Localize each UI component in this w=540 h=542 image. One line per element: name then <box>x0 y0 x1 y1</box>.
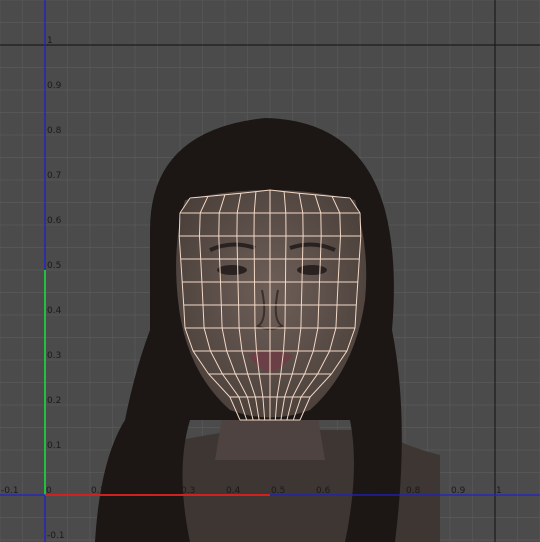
v-tick-label: 1 <box>47 36 53 46</box>
uv-canvas[interactable]: -0.1 0 0.1 0.2 0.3 0.4 0.5 0.6 0.7 0.8 0… <box>0 0 540 542</box>
v-tick-label: 0.2 <box>47 396 61 406</box>
u-tick-label: 0 <box>46 486 52 496</box>
u-tick-label: 0.1 <box>91 486 105 496</box>
u-tick-label: 1 <box>496 486 502 496</box>
v-tick-label: 0.7 <box>47 171 61 181</box>
u-tick-label: 0.5 <box>271 486 285 496</box>
u-tick-label: 0.2 <box>136 486 150 496</box>
v-tick-label: 0.5 <box>47 261 61 271</box>
v-tick-label: 0.9 <box>47 81 62 91</box>
v-tick-label: -0.1 <box>47 531 65 541</box>
u-tick-label: 0.9 <box>451 486 466 496</box>
uv-editor-viewport[interactable]: -0.1 0 0.1 0.2 0.3 0.4 0.5 0.6 0.7 0.8 0… <box>0 0 540 542</box>
v-tick-label: 0.3 <box>47 351 61 361</box>
v-tick-labels: -0.1 0.1 0.2 0.3 0.4 0.5 0.6 0.7 0.8 0.9… <box>47 36 65 541</box>
portrait-texture-image <box>95 118 440 542</box>
v-tick-label: 0.8 <box>47 126 62 136</box>
u-tick-label: 0.7 <box>361 486 375 496</box>
u-tick-label: 0.6 <box>316 486 331 496</box>
u-tick-label: 0.3 <box>181 486 195 496</box>
u-tick-label: -0.1 <box>1 486 19 496</box>
u-tick-label: 0.8 <box>406 486 421 496</box>
v-tick-label: 0.6 <box>47 216 62 226</box>
u-tick-label: 0.4 <box>226 486 241 496</box>
v-tick-label: 0.1 <box>47 441 61 451</box>
v-tick-label: 0.4 <box>47 306 62 316</box>
